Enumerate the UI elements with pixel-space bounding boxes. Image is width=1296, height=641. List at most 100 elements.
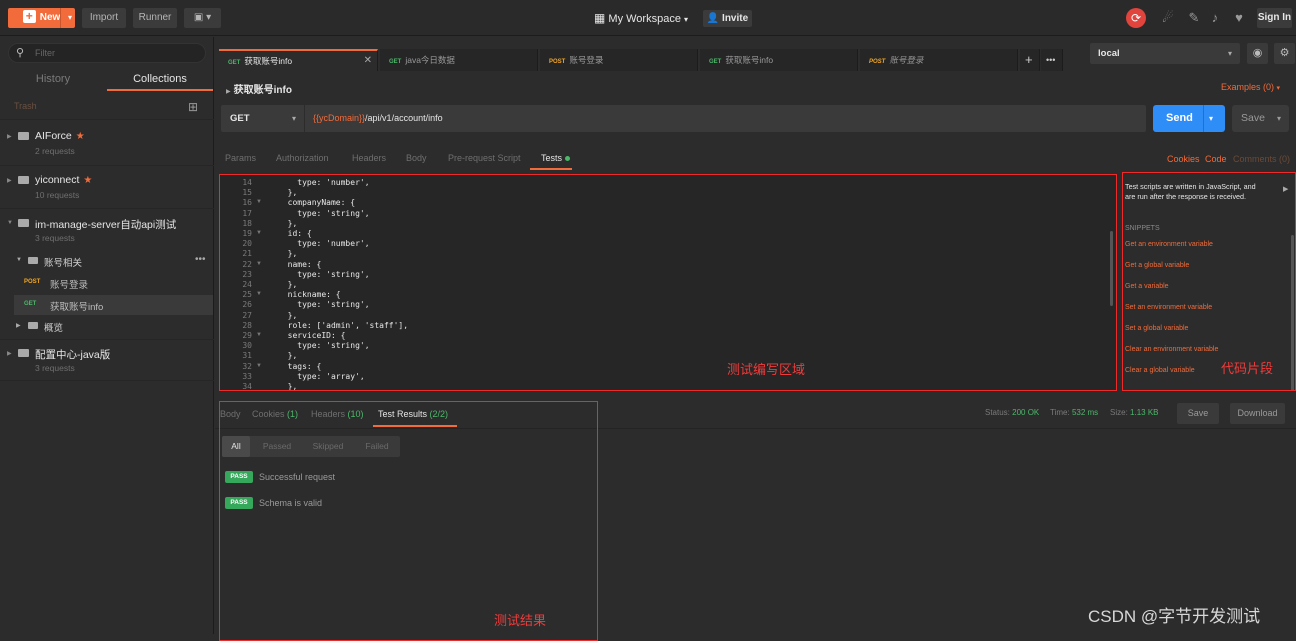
snippet-link[interactable]: Clear an environment variable bbox=[1125, 346, 1218, 353]
tab-pre-request-script[interactable]: Pre-request Script bbox=[448, 153, 521, 163]
new-button[interactable]: + New ▾ bbox=[8, 8, 75, 28]
comments-link[interactable]: Comments (0) bbox=[1233, 154, 1290, 164]
url-variable: {{ycDomain}} bbox=[313, 113, 366, 123]
trash-link[interactable]: Trash bbox=[14, 101, 37, 111]
new-collection-icon[interactable]: ⊞ bbox=[188, 100, 198, 114]
add-tab-icon[interactable]: + bbox=[1020, 49, 1040, 71]
sync-icon[interactable]: ⟳ bbox=[1126, 8, 1146, 28]
request-tab[interactable]: POST 账号登录 bbox=[860, 49, 1018, 71]
request-tab[interactable]: POST 账号登录 bbox=[540, 49, 698, 71]
tests-label: Tests bbox=[541, 153, 563, 163]
heart-icon[interactable]: ♥ bbox=[1231, 10, 1247, 26]
fold-arrow-icon[interactable]: ▼ bbox=[256, 291, 262, 297]
fold-arrow-icon[interactable]: ▼ bbox=[256, 230, 262, 236]
save-label: Save bbox=[1241, 112, 1265, 124]
snippet-link[interactable]: Get a variable bbox=[1125, 283, 1169, 290]
sign-in-button[interactable]: Sign In bbox=[1257, 8, 1292, 28]
request-title-text: 获取账号info bbox=[233, 85, 292, 96]
star-icon[interactable]: ★ bbox=[76, 131, 85, 142]
snippet-link[interactable]: Set a global variable bbox=[1125, 325, 1188, 332]
request-tab[interactable]: GET 获取账号info bbox=[700, 49, 858, 71]
gear-icon[interactable]: ⚙ bbox=[1274, 43, 1295, 64]
snippet-link[interactable]: Set an environment variable bbox=[1125, 304, 1212, 311]
eye-icon[interactable]: ◉ bbox=[1247, 43, 1268, 64]
editor-scrollbar[interactable] bbox=[1110, 231, 1113, 306]
collection-item[interactable]: ▶ AIForce ★ 2 requests bbox=[0, 130, 214, 160]
folder-item[interactable]: ▼ 账号相关 ••• bbox=[0, 252, 214, 272]
examples-dropdown[interactable]: Examples (0) ▾ bbox=[1221, 82, 1280, 92]
collection-item[interactable]: ▶ yiconnect ★ 10 requests bbox=[0, 174, 214, 204]
tab-history[interactable]: History bbox=[0, 73, 106, 85]
line-number: 18 bbox=[242, 218, 252, 228]
request-title[interactable]: ▶ 获取账号info bbox=[226, 81, 292, 96]
method-select[interactable]: GET ▾ bbox=[221, 105, 304, 132]
new-window-button[interactable]: ▣ ▾ bbox=[184, 8, 221, 28]
more-icon[interactable]: ••• bbox=[195, 254, 206, 265]
folder-item[interactable]: ▶ 概览 bbox=[0, 317, 214, 337]
environment-select[interactable]: local ▾ bbox=[1090, 43, 1240, 64]
request-item-active[interactable]: GET 获取账号info bbox=[14, 295, 213, 315]
fold-arrow-icon[interactable]: ▼ bbox=[256, 332, 262, 338]
tab-authorization[interactable]: Authorization bbox=[276, 153, 329, 163]
filter-failed[interactable]: Failed bbox=[356, 436, 398, 457]
collection-item[interactable]: ▶ 配置中心-java版 3 requests bbox=[0, 347, 214, 377]
send-button[interactable]: Send ▾ bbox=[1153, 105, 1225, 132]
wrench-icon[interactable]: ✎ bbox=[1186, 10, 1202, 26]
fold-arrow-icon[interactable]: ▼ bbox=[256, 199, 262, 205]
bell-icon[interactable]: ♪ bbox=[1207, 10, 1223, 26]
more-tabs-icon[interactable]: ••• bbox=[1041, 49, 1063, 71]
snippet-link[interactable]: Get an environment variable bbox=[1125, 241, 1213, 248]
method-label: GET bbox=[230, 113, 250, 124]
method-badge: POST bbox=[869, 59, 886, 65]
star-icon[interactable]: ★ bbox=[83, 175, 92, 186]
tab-collections[interactable]: Collections bbox=[107, 73, 213, 85]
caret-down-icon[interactable]: ▾ bbox=[68, 8, 72, 28]
code-link[interactable]: Code bbox=[1205, 154, 1227, 164]
caret-down-icon[interactable]: ▾ bbox=[1209, 105, 1213, 132]
code-line: }, bbox=[278, 280, 298, 289]
send-label: Send bbox=[1166, 112, 1193, 124]
workspace-selector[interactable]: ▦ My Workspace ▾ bbox=[594, 11, 688, 25]
runner-button[interactable]: Runner bbox=[133, 8, 177, 28]
cookies-link[interactable]: Cookies bbox=[1167, 154, 1200, 164]
tests-editor[interactable]: 14 15 16 ▼ 17 18 19 ▼ 20 21 22 ▼ 23 24 25 ▼ 26 27 28 29 ▼ 30 3… bbox=[219, 174, 1117, 391]
editor-annotation: 测试编写区域 bbox=[727, 362, 806, 377]
tab-tests[interactable]: Tests bbox=[541, 153, 571, 163]
code-line: name: { bbox=[278, 259, 322, 269]
filter-input[interactable]: ⚲ Filter bbox=[8, 43, 206, 63]
folder-name: 概览 bbox=[44, 323, 64, 334]
save-response-button[interactable]: Save bbox=[1177, 403, 1219, 424]
filter-skipped[interactable]: Skipped bbox=[304, 436, 352, 457]
chevron-right-icon: ▶ bbox=[226, 89, 231, 95]
collection-name: 配置中心-java版 bbox=[35, 349, 111, 361]
save-button[interactable]: Save ▾ bbox=[1232, 105, 1289, 132]
download-button[interactable]: Download bbox=[1230, 403, 1285, 424]
request-tab[interactable]: GET java今日数据 bbox=[380, 49, 538, 71]
chevron-right-icon[interactable]: ▶ bbox=[1283, 185, 1288, 193]
url-input[interactable]: {{ycDomain}}/api/v1/account/info bbox=[305, 105, 1146, 132]
caret-down-icon: ▾ bbox=[684, 15, 689, 24]
request-tab-active[interactable]: GET 获取账号info ✕ bbox=[219, 49, 378, 71]
snippets-scrollbar[interactable] bbox=[1291, 235, 1294, 390]
collection-item[interactable]: ▼ im-manage-server自动api测试 3 requests bbox=[0, 217, 214, 247]
tab-headers[interactable]: Headers bbox=[352, 153, 386, 163]
caret-down-icon[interactable]: ▾ bbox=[1277, 105, 1281, 132]
fold-arrow-icon[interactable]: ▼ bbox=[256, 261, 262, 267]
filter-all[interactable]: All bbox=[222, 436, 250, 457]
filter-passed[interactable]: Passed bbox=[254, 436, 300, 457]
request-item[interactable]: POST 账号登录 bbox=[14, 273, 213, 293]
code-line: type: 'string', bbox=[278, 341, 370, 351]
tab-params[interactable]: Params bbox=[225, 153, 256, 163]
snippets-annotation: 代码片段 bbox=[1221, 361, 1274, 376]
fold-arrow-icon[interactable]: ▼ bbox=[256, 363, 262, 369]
snippet-link[interactable]: Clear a global variable bbox=[1125, 367, 1195, 374]
close-icon[interactable]: ✕ bbox=[364, 51, 372, 71]
results-annotation: 测试结果 bbox=[494, 613, 547, 628]
code-line: }, bbox=[278, 249, 298, 259]
tab-body[interactable]: Body bbox=[406, 153, 427, 163]
snippet-link[interactable]: Get a global variable bbox=[1125, 262, 1189, 269]
invite-button[interactable]: 👤 Invite bbox=[703, 10, 752, 27]
environment-label: local bbox=[1098, 48, 1120, 59]
satellite-icon[interactable]: ☄ bbox=[1160, 10, 1176, 26]
import-button[interactable]: Import bbox=[82, 8, 126, 28]
